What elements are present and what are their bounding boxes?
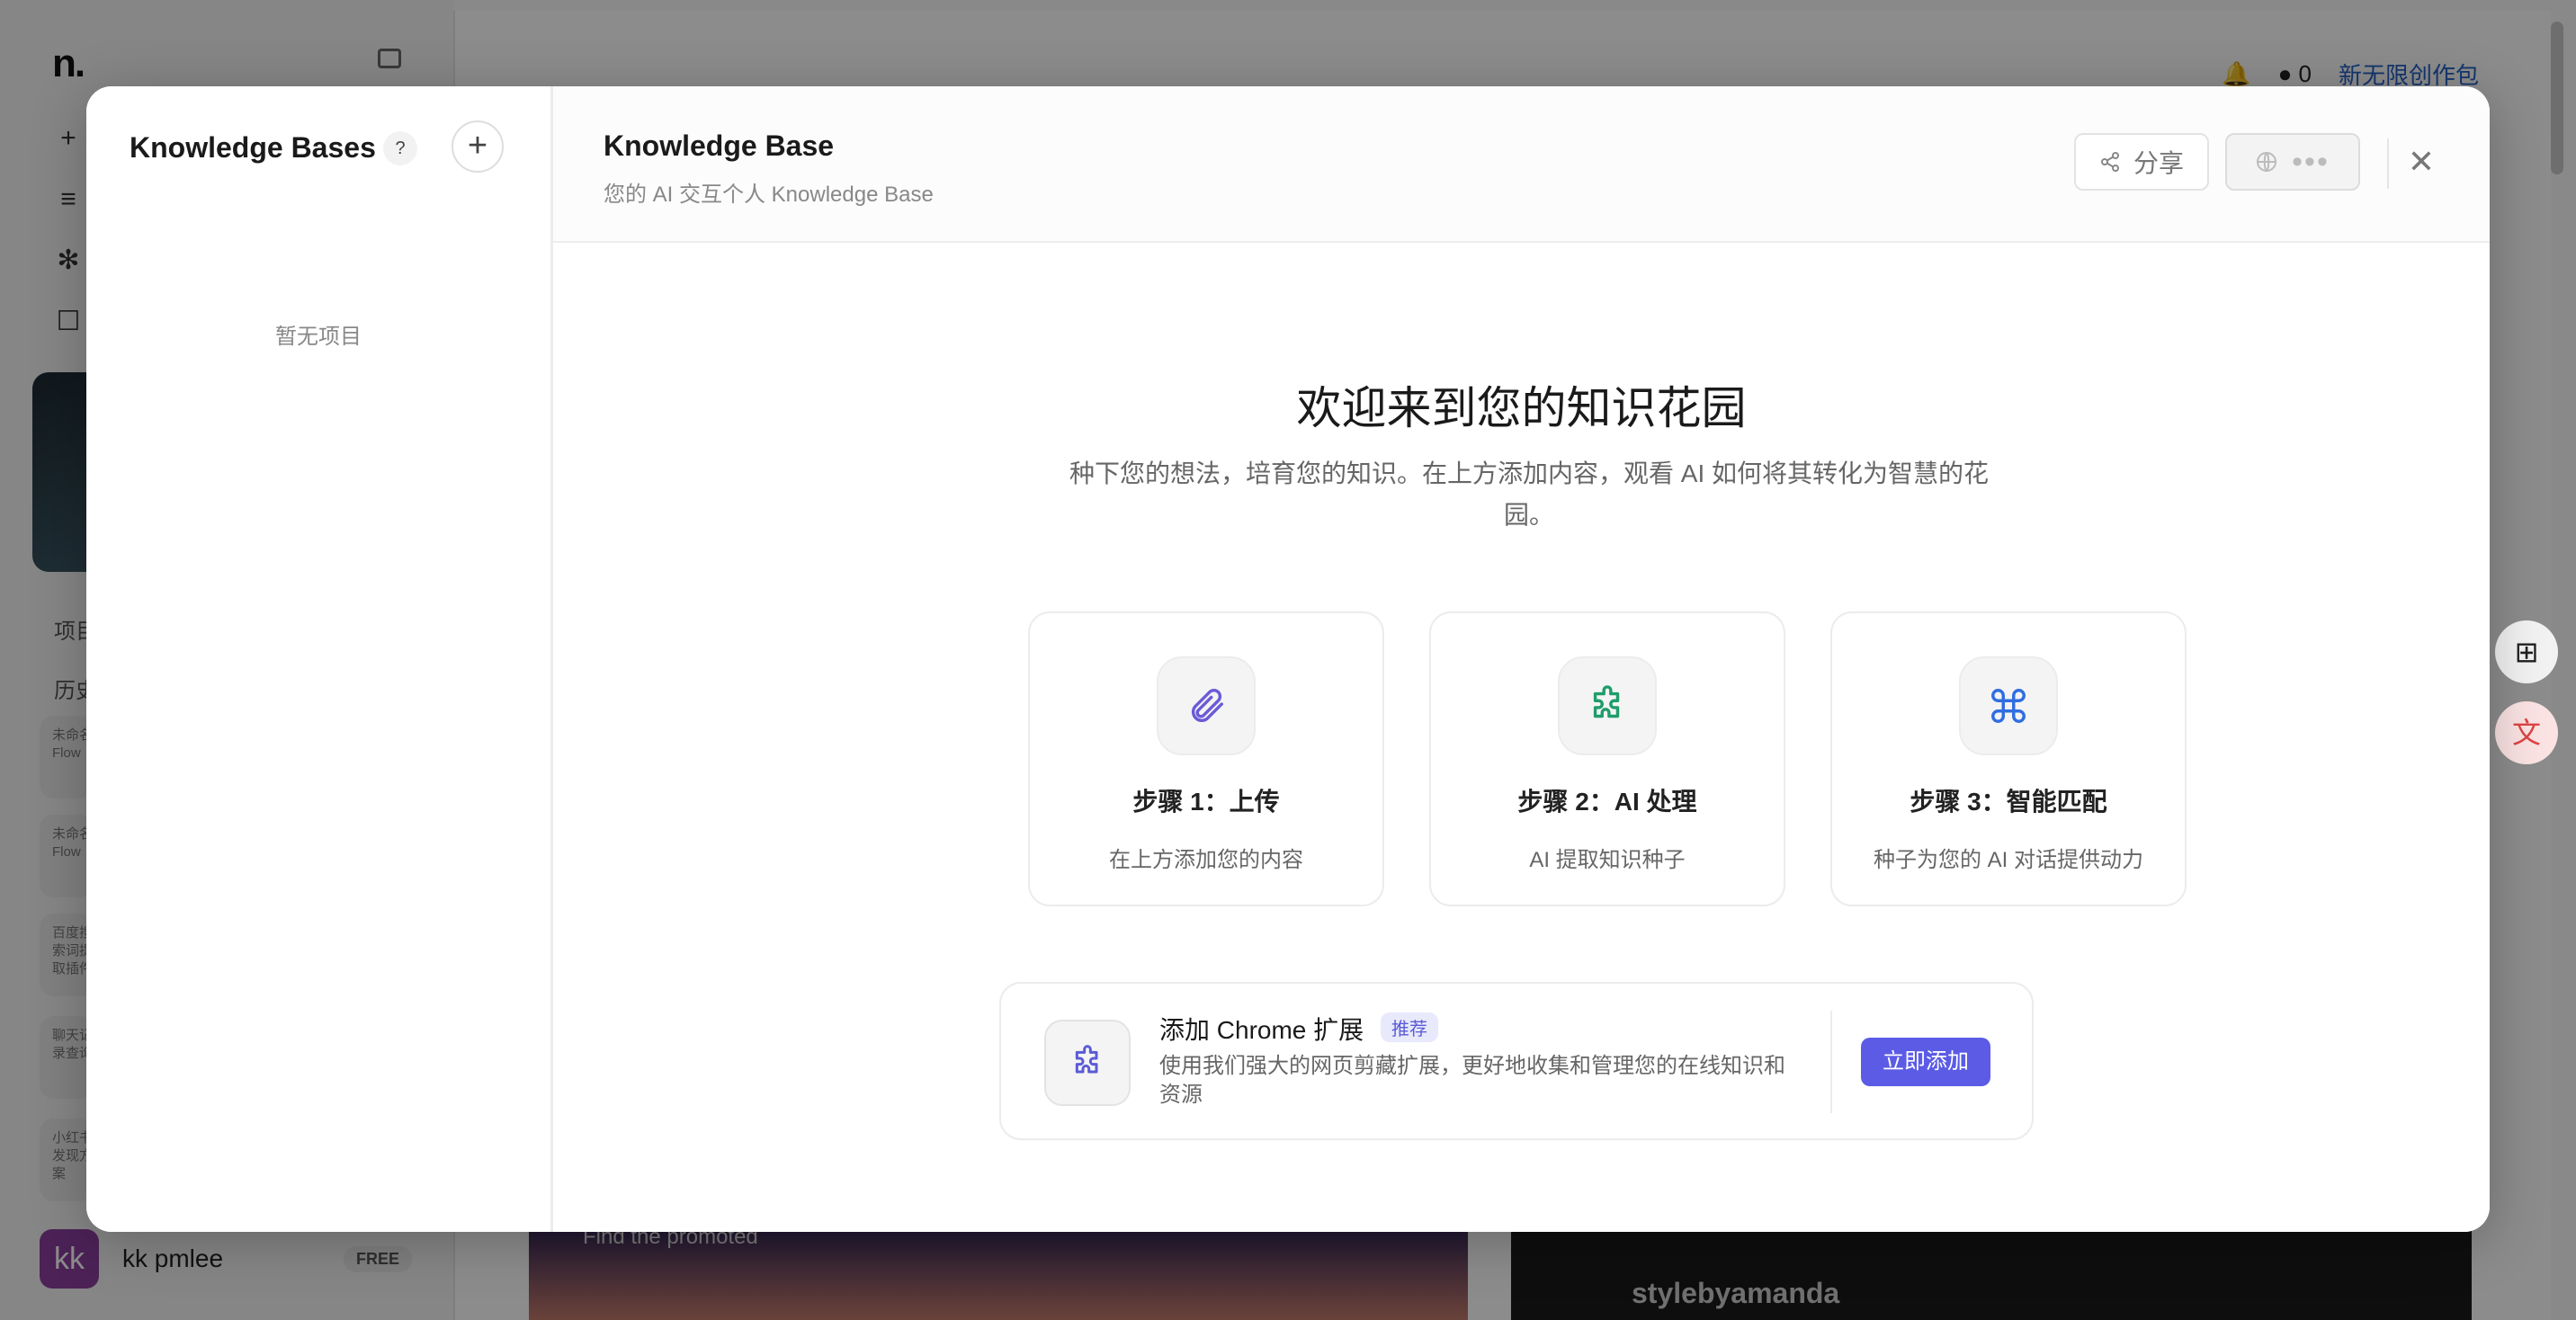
share-label: 分享 (2133, 149, 2184, 177)
kb-detail-panel: Knowledge Base 您的 AI 交互个人 Knowledge Base… (553, 86, 2490, 1232)
step-title: 步骤 2：AI 处理 (1517, 788, 1697, 816)
kb-header: Knowledge Base 您的 AI 交互个人 Knowledge Base… (553, 86, 2490, 243)
welcome-subtitle: 种下您的想法，培育您的知识。在上方添加内容，观看 AI 如何将其转化为智慧的花园… (1069, 459, 1990, 529)
step-desc: 种子为您的 AI 对话提供动力 (1873, 848, 2143, 872)
kb-list-title: Knowledge Bases (130, 131, 376, 164)
more-icon: ••• (2292, 144, 2330, 179)
add-extension-button[interactable]: 立即添加 (1861, 1038, 1990, 1086)
step-card-upload: 步骤 1：上传 在上方添加您的内容 (1028, 611, 1384, 906)
puzzle-icon (1558, 656, 1657, 755)
share-icon (2100, 152, 2119, 172)
plus-icon: + (467, 127, 488, 165)
empty-state: 暂无项目 (275, 325, 362, 349)
paperclip-icon (1157, 656, 1256, 755)
command-icon (1959, 656, 2058, 755)
divider (2387, 138, 2389, 189)
step-title: 步骤 1：上传 (1132, 788, 1280, 816)
step-title: 步骤 3：智能匹配 (1910, 788, 2107, 816)
more-button[interactable]: ••• (2225, 133, 2360, 191)
extension-desc: 使用我们强大的网页剪藏扩展，更好地收集和管理您的在线知识和资源 (1159, 1054, 1785, 1107)
close-icon: ✕ (2407, 143, 2436, 180)
step-card-smart-match: 步骤 3：智能匹配 种子为您的 AI 对话提供动力 (1830, 611, 2187, 906)
knowledge-base-modal: Knowledge Bases ? + 暂无项目 Knowledge Base … (86, 86, 2490, 1232)
kb-list-panel: Knowledge Bases ? + 暂无项目 (86, 86, 553, 1232)
globe-icon (2257, 152, 2277, 172)
help-icon[interactable]: ? (383, 131, 417, 165)
share-button[interactable]: 分享 (2074, 133, 2209, 191)
puzzle-icon (1044, 1020, 1131, 1106)
step-desc: AI 提取知识种子 (1529, 848, 1686, 872)
step-desc: 在上方添加您的内容 (1109, 848, 1303, 872)
close-button[interactable]: ✕ (2400, 140, 2443, 183)
chrome-extension-card: 添加 Chrome 扩展 推荐 使用我们强大的网页剪藏扩展，更好地收集和管理您的… (999, 982, 2034, 1140)
extension-title: 添加 Chrome 扩展 (1159, 1016, 1364, 1044)
divider (1830, 1011, 1832, 1113)
add-kb-button[interactable]: + (452, 120, 504, 173)
apps-float-icon[interactable]: ⊞ (2495, 620, 2558, 683)
translate-float-icon[interactable]: 文 (2495, 701, 2558, 764)
welcome-title: 欢迎来到您的知识花园 (1296, 383, 1747, 433)
step-card-ai-process: 步骤 2：AI 处理 AI 提取知识种子 (1429, 611, 1785, 906)
recommended-badge: 推荐 (1381, 1012, 1438, 1042)
page-subtitle: 您的 AI 交互个人 Knowledge Base (604, 183, 934, 207)
page-title: Knowledge Base (604, 129, 835, 162)
